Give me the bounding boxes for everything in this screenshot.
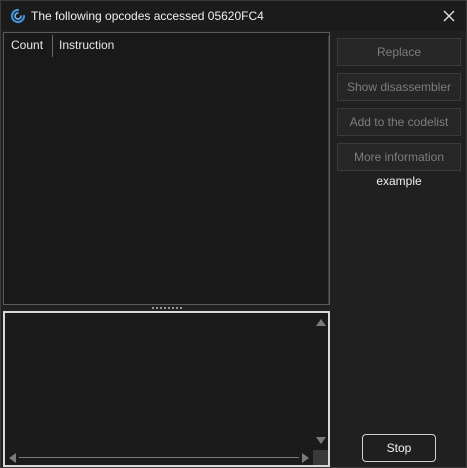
window-title: The following opcodes accessed 05620FC4 xyxy=(31,9,264,23)
show-disassembler-button[interactable]: Show disassembler xyxy=(337,73,461,101)
cheat-engine-icon xyxy=(10,8,26,24)
column-divider[interactable] xyxy=(52,35,53,57)
vertical-scrollbar[interactable] xyxy=(313,313,328,450)
opcode-list[interactable]: Count Instruction xyxy=(3,32,330,305)
close-button[interactable] xyxy=(438,5,460,27)
more-information-button[interactable]: More information xyxy=(337,143,461,171)
column-header-instruction[interactable]: Instruction xyxy=(59,33,114,58)
list-header: Count Instruction xyxy=(4,33,329,58)
scroll-right-arrow-icon[interactable] xyxy=(302,453,309,463)
scroll-left-arrow-icon[interactable] xyxy=(9,453,16,463)
splitter-grip xyxy=(151,307,183,309)
scroll-down-arrow-icon[interactable] xyxy=(316,437,326,444)
horizontal-scroll-track[interactable] xyxy=(19,457,299,458)
list-divider-line xyxy=(328,36,329,304)
title-bar: The following opcodes accessed 05620FC4 xyxy=(1,1,466,31)
scrollbar-corner xyxy=(313,450,328,465)
opcode-access-window: The following opcodes accessed 05620FC4 … xyxy=(0,0,467,468)
replace-button[interactable]: Replace xyxy=(337,38,461,66)
example-label: example xyxy=(376,174,422,188)
column-header-count[interactable]: Count xyxy=(11,33,43,58)
info-textbox[interactable] xyxy=(3,311,330,467)
close-icon xyxy=(443,10,455,22)
horizontal-scrollbar[interactable] xyxy=(5,450,313,465)
stop-button[interactable]: Stop xyxy=(362,434,436,462)
scroll-up-arrow-icon[interactable] xyxy=(316,319,326,326)
add-to-codelist-button[interactable]: Add to the codelist xyxy=(337,108,461,136)
